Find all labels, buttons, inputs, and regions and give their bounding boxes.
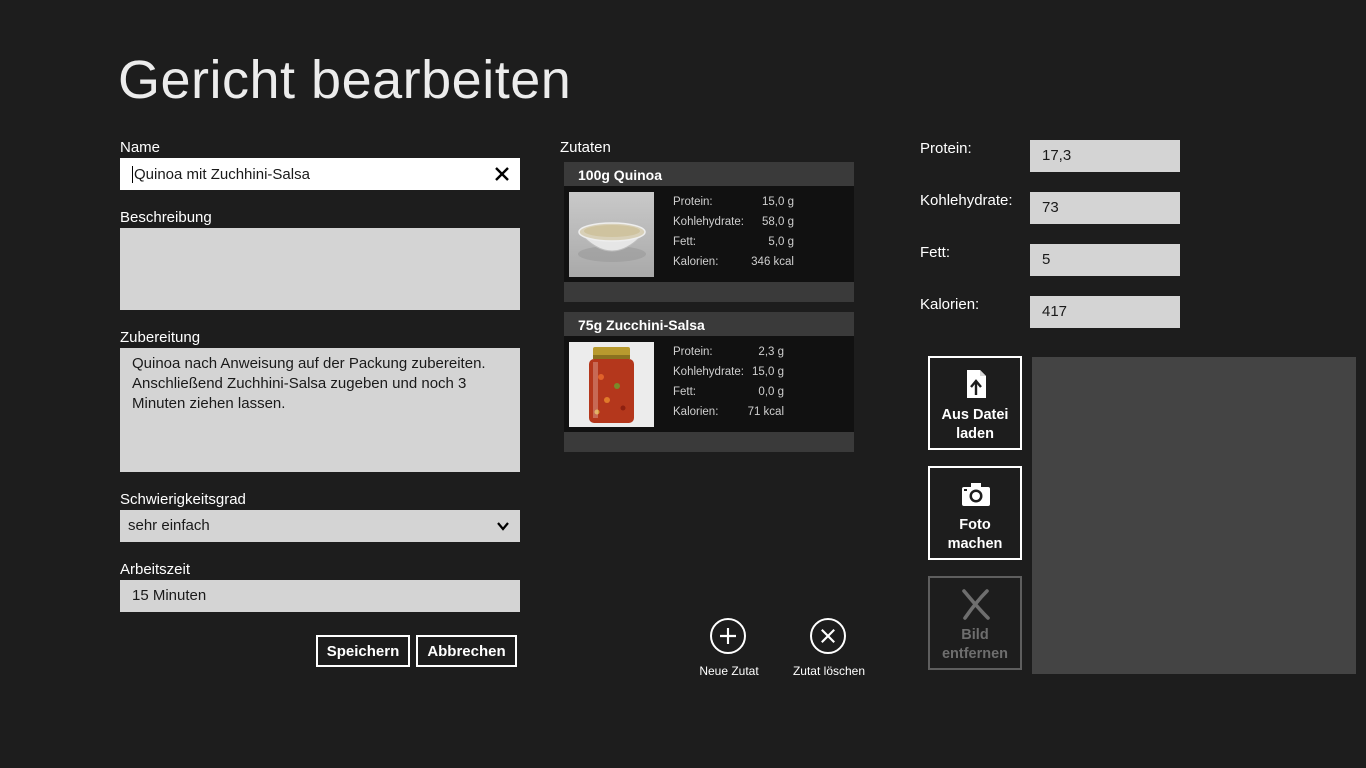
total-protein-value: 17,3 <box>1042 147 1072 164</box>
load-from-file-line1: Aus Datei <box>941 407 1009 423</box>
total-fat-value: 5 <box>1042 251 1051 268</box>
ingredient-title: 75g Zucchini-Salsa <box>578 317 705 333</box>
description-textarea[interactable] <box>120 228 520 310</box>
delete-ingredient-button[interactable]: Zutat löschen <box>791 618 867 680</box>
worktime-input[interactable]: 15 Minuten <box>120 580 520 612</box>
nutrient-name: Fett: <box>673 386 697 398</box>
take-photo-button[interactable]: Foto machen <box>928 466 1022 560</box>
new-ingredient-button[interactable]: Neue Zutat <box>699 618 759 680</box>
difficulty-label: Schwierigkeitsgrad <box>120 491 246 508</box>
take-photo-line2: machen <box>947 536 1003 552</box>
ingredient-footer <box>564 432 854 452</box>
add-icon <box>710 618 746 654</box>
delete-ingredient-label: Zutat löschen <box>792 664 866 678</box>
remove-image-button[interactable]: Bild entfernen <box>928 576 1022 670</box>
name-input[interactable]: Quinoa mit Zuchhini-Salsa <box>120 158 520 190</box>
remove-x-icon <box>962 589 990 620</box>
remove-image-line2: entfernen <box>941 646 1009 662</box>
nutrient-name: Protein: <box>673 196 713 208</box>
total-protein-label: Protein: <box>920 140 972 157</box>
nutrient-name: Fett: <box>673 236 697 248</box>
camera-icon <box>962 483 990 506</box>
save-button[interactable]: Speichern <box>316 635 410 667</box>
total-carbs-field[interactable]: 73 <box>1030 192 1180 224</box>
nutrient-value: 2,3 g <box>758 346 784 358</box>
nutrient-value: 15,0 g <box>762 196 794 208</box>
nutrient-value: 58,0 g <box>762 216 794 228</box>
delete-icon <box>810 618 846 654</box>
ingredient-item[interactable]: 75g Zucchini-Salsa Protein: 2,3 g Kohleh… <box>564 312 854 452</box>
nutrient-name: Kalorien: <box>673 256 719 268</box>
total-calories-label: Kalorien: <box>920 296 980 313</box>
nutrient-name: Kalorien: <box>673 406 719 418</box>
total-protein-field[interactable]: 17,3 <box>1030 140 1180 172</box>
worktime-label: Arbeitszeit <box>120 561 191 578</box>
load-from-file-button[interactable]: Aus Datei laden <box>928 356 1022 450</box>
page-title: Gericht bearbeiten <box>118 50 572 110</box>
nutrient-value: 71 kcal <box>747 406 784 418</box>
nutrient-value: 5,0 g <box>768 236 794 248</box>
worktime-value: 15 Minuten <box>132 587 207 604</box>
nutrient-value: 15,0 g <box>752 366 784 378</box>
image-preview <box>1032 357 1356 674</box>
nutrient-name: Protein: <box>673 346 713 358</box>
ingredient-item[interactable]: 100g Quinoa Protein: 15,0 g Kohlehydrate… <box>564 162 854 302</box>
total-fat-label: Fett: <box>920 244 951 261</box>
preparation-textarea[interactable]: Quinoa nach Anweisung auf der Packung zu… <box>120 348 520 472</box>
cancel-button[interactable]: Abbrechen <box>416 635 517 667</box>
file-upload-icon <box>967 370 986 398</box>
new-ingredient-label: Neue Zutat <box>699 664 759 678</box>
nutrient-value: 346 kcal <box>751 256 794 268</box>
take-photo-line1: Foto <box>959 517 991 533</box>
salsa-jar-photo <box>569 342 654 427</box>
chevron-down-icon <box>497 522 509 531</box>
ingredient-header: 100g Quinoa <box>564 162 854 186</box>
ingredients-label: Zutaten <box>560 139 611 156</box>
preparation-value: Quinoa nach Anweisung auf der Packung zu… <box>132 355 489 412</box>
description-label: Beschreibung <box>120 209 212 226</box>
name-input-value: Quinoa mit Zuchhini-Salsa <box>132 166 310 183</box>
total-fat-field[interactable]: 5 <box>1030 244 1180 276</box>
ingredient-header: 75g Zucchini-Salsa <box>564 312 854 336</box>
total-calories-value: 417 <box>1042 303 1068 320</box>
nutrient-value: 0,0 g <box>758 386 784 398</box>
difficulty-select[interactable]: sehr einfach <box>120 510 520 542</box>
ingredient-footer <box>564 282 854 302</box>
remove-image-line1: Bild <box>961 627 989 643</box>
difficulty-value: sehr einfach <box>128 517 210 534</box>
total-carbs-label: Kohlehydrate: <box>920 192 1013 209</box>
ingredient-title: 100g Quinoa <box>578 167 663 183</box>
clear-icon[interactable] <box>491 163 513 185</box>
load-from-file-line2: laden <box>956 426 994 442</box>
name-label: Name <box>120 139 161 156</box>
quinoa-bowl-photo <box>569 192 654 277</box>
total-carbs-value: 73 <box>1042 199 1059 216</box>
preparation-label: Zubereitung <box>120 329 201 346</box>
total-calories-field[interactable]: 417 <box>1030 296 1180 328</box>
